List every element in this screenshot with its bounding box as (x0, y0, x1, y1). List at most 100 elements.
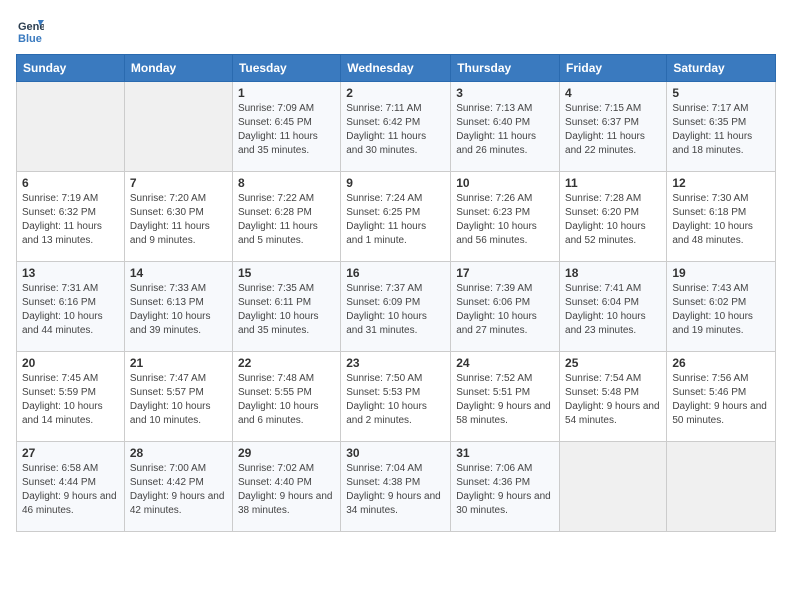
calendar-week-1: 1Sunrise: 7:09 AM Sunset: 6:45 PM Daylig… (17, 82, 776, 172)
calendar-cell (667, 442, 776, 532)
day-info: Sunrise: 6:58 AM Sunset: 4:44 PM Dayligh… (22, 462, 119, 518)
day-info: Sunrise: 7:52 AM Sunset: 5:51 PM Dayligh… (456, 372, 554, 428)
day-number: 27 (22, 446, 119, 460)
day-info: Sunrise: 7:31 AM Sunset: 6:16 PM Dayligh… (22, 282, 119, 338)
calendar-cell: 14 Sunrise: 7:33 AM Sunset: 6:13 PM Dayli… (124, 262, 232, 352)
day-info: Sunrise: 7:41 AM Sunset: 6:04 PM Dayligh… (565, 282, 661, 338)
day-number: 26 (672, 356, 770, 370)
calendar-cell: 7Sunrise: 7:20 AM Sunset: 6:30 PM Daylig… (124, 172, 232, 262)
calendar-table: SundayMondayTuesdayWednesdayThursdayFrid… (16, 54, 776, 532)
calendar-cell: 28 Sunrise: 7:00 AM Sunset: 4:42 PM Dayli… (124, 442, 232, 532)
calendar-week-4: 20 Sunrise: 7:45 AM Sunset: 5:59 PM Dayli… (17, 352, 776, 442)
day-number: 29 (238, 446, 335, 460)
day-number: 20 (22, 356, 119, 370)
calendar-cell: 12Sunrise: 7:30 AM Sunset: 6:18 PM Dayli… (667, 172, 776, 262)
day-number: 30 (346, 446, 445, 460)
day-number: 12 (672, 176, 770, 190)
day-info: Sunrise: 7:15 AM Sunset: 6:37 PM Dayligh… (565, 102, 661, 158)
calendar-cell: 19 Sunrise: 7:43 AM Sunset: 6:02 PM Dayli… (667, 262, 776, 352)
day-info: Sunrise: 7:26 AM Sunset: 6:23 PM Dayligh… (456, 192, 554, 248)
calendar-week-5: 27 Sunrise: 6:58 AM Sunset: 4:44 PM Dayli… (17, 442, 776, 532)
day-info: Sunrise: 7:06 AM Sunset: 4:36 PM Dayligh… (456, 462, 554, 518)
calendar-cell: 3 Sunrise: 7:13 AM Sunset: 6:40 PM Daylig… (451, 82, 560, 172)
day-number: 11 (565, 176, 661, 190)
day-info: Sunrise: 7:13 AM Sunset: 6:40 PM Dayligh… (456, 102, 554, 158)
day-number: 4 (565, 86, 661, 100)
day-header-wednesday: Wednesday (341, 55, 451, 82)
day-number: 7 (130, 176, 227, 190)
calendar-cell: 10 Sunrise: 7:26 AM Sunset: 6:23 PM Dayli… (451, 172, 560, 262)
calendar-cell (560, 442, 667, 532)
header: General Blue (16, 16, 776, 44)
day-number: 17 (456, 266, 554, 280)
svg-text:Blue: Blue (18, 33, 42, 44)
day-info: Sunrise: 7:00 AM Sunset: 4:42 PM Dayligh… (130, 462, 227, 518)
calendar-cell: 2 Sunrise: 7:11 AM Sunset: 6:42 PM Daylig… (341, 82, 451, 172)
day-number: 23 (346, 356, 445, 370)
day-info: Sunrise: 7:47 AM Sunset: 5:57 PM Dayligh… (130, 372, 227, 428)
calendar-cell: 1Sunrise: 7:09 AM Sunset: 6:45 PM Daylig… (232, 82, 340, 172)
day-info: Sunrise: 7:45 AM Sunset: 5:59 PM Dayligh… (22, 372, 119, 428)
day-number: 3 (456, 86, 554, 100)
day-info: Sunrise: 7:19 AM Sunset: 6:32 PM Dayligh… (22, 192, 119, 248)
calendar-cell: 24 Sunrise: 7:52 AM Sunset: 5:51 PM Dayli… (451, 352, 560, 442)
calendar-cell (124, 82, 232, 172)
calendar-cell: 17 Sunrise: 7:39 AM Sunset: 6:06 PM Dayli… (451, 262, 560, 352)
calendar-cell: 16 Sunrise: 7:37 AM Sunset: 6:09 PM Dayli… (341, 262, 451, 352)
days-header-row: SundayMondayTuesdayWednesdayThursdayFrid… (17, 55, 776, 82)
calendar-cell: 31Sunrise: 7:06 AM Sunset: 4:36 PM Dayli… (451, 442, 560, 532)
day-header-tuesday: Tuesday (232, 55, 340, 82)
calendar-cell (17, 82, 125, 172)
day-number: 5 (672, 86, 770, 100)
day-number: 24 (456, 356, 554, 370)
day-info: Sunrise: 7:33 AM Sunset: 6:13 PM Dayligh… (130, 282, 227, 338)
day-info: Sunrise: 7:17 AM Sunset: 6:35 PM Dayligh… (672, 102, 770, 158)
calendar-week-3: 13 Sunrise: 7:31 AM Sunset: 6:16 PM Dayli… (17, 262, 776, 352)
day-info: Sunrise: 7:28 AM Sunset: 6:20 PM Dayligh… (565, 192, 661, 248)
day-number: 25 (565, 356, 661, 370)
day-number: 22 (238, 356, 335, 370)
day-number: 18 (565, 266, 661, 280)
day-info: Sunrise: 7:39 AM Sunset: 6:06 PM Dayligh… (456, 282, 554, 338)
calendar-cell: 29Sunrise: 7:02 AM Sunset: 4:40 PM Dayli… (232, 442, 340, 532)
day-number: 19 (672, 266, 770, 280)
day-header-sunday: Sunday (17, 55, 125, 82)
day-number: 16 (346, 266, 445, 280)
day-number: 8 (238, 176, 335, 190)
day-info: Sunrise: 7:50 AM Sunset: 5:53 PM Dayligh… (346, 372, 445, 428)
day-number: 6 (22, 176, 119, 190)
day-info: Sunrise: 7:56 AM Sunset: 5:46 PM Dayligh… (672, 372, 770, 428)
day-number: 10 (456, 176, 554, 190)
logo: General Blue (16, 16, 48, 44)
day-info: Sunrise: 7:43 AM Sunset: 6:02 PM Dayligh… (672, 282, 770, 338)
calendar-cell: 13 Sunrise: 7:31 AM Sunset: 6:16 PM Dayli… (17, 262, 125, 352)
calendar-cell: 18 Sunrise: 7:41 AM Sunset: 6:04 PM Dayli… (560, 262, 667, 352)
day-info: Sunrise: 7:11 AM Sunset: 6:42 PM Dayligh… (346, 102, 445, 158)
day-info: Sunrise: 7:37 AM Sunset: 6:09 PM Dayligh… (346, 282, 445, 338)
calendar-cell: 20 Sunrise: 7:45 AM Sunset: 5:59 PM Dayli… (17, 352, 125, 442)
calendar-cell: 21 Sunrise: 7:47 AM Sunset: 5:57 PM Dayli… (124, 352, 232, 442)
day-number: 28 (130, 446, 227, 460)
day-number: 21 (130, 356, 227, 370)
calendar-week-2: 6 Sunrise: 7:19 AM Sunset: 6:32 PM Daylig… (17, 172, 776, 262)
calendar-cell: 30 Sunrise: 7:04 AM Sunset: 4:38 PM Dayli… (341, 442, 451, 532)
day-number: 13 (22, 266, 119, 280)
calendar-cell: 15Sunrise: 7:35 AM Sunset: 6:11 PM Dayli… (232, 262, 340, 352)
day-header-saturday: Saturday (667, 55, 776, 82)
day-info: Sunrise: 7:09 AM Sunset: 6:45 PM Dayligh… (238, 102, 335, 158)
calendar-cell: 8Sunrise: 7:22 AM Sunset: 6:28 PM Daylig… (232, 172, 340, 262)
calendar-cell: 11 Sunrise: 7:28 AM Sunset: 6:20 PM Dayli… (560, 172, 667, 262)
day-info: Sunrise: 7:54 AM Sunset: 5:48 PM Dayligh… (565, 372, 661, 428)
logo-icon: General Blue (16, 16, 44, 44)
calendar-cell: 5 Sunrise: 7:17 AM Sunset: 6:35 PM Daylig… (667, 82, 776, 172)
calendar-cell: 9Sunrise: 7:24 AM Sunset: 6:25 PM Daylig… (341, 172, 451, 262)
day-info: Sunrise: 7:24 AM Sunset: 6:25 PM Dayligh… (346, 192, 445, 248)
day-number: 15 (238, 266, 335, 280)
calendar-cell: 6 Sunrise: 7:19 AM Sunset: 6:32 PM Daylig… (17, 172, 125, 262)
day-number: 14 (130, 266, 227, 280)
day-header-monday: Monday (124, 55, 232, 82)
day-info: Sunrise: 7:04 AM Sunset: 4:38 PM Dayligh… (346, 462, 445, 518)
day-number: 2 (346, 86, 445, 100)
calendar-cell: 25 Sunrise: 7:54 AM Sunset: 5:48 PM Dayli… (560, 352, 667, 442)
calendar-cell: 27 Sunrise: 6:58 AM Sunset: 4:44 PM Dayli… (17, 442, 125, 532)
